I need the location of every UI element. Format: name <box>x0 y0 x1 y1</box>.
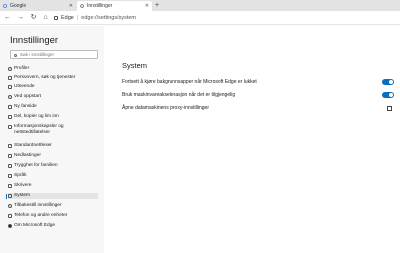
search-icon <box>14 53 17 57</box>
address-separator: | <box>76 15 79 21</box>
tab-settings[interactable]: Innstillinger ✕ <box>77 1 152 11</box>
newtab-icon <box>8 105 12 109</box>
settings-sidebar: Innstillinger Søk i innstillinger Profil… <box>0 26 104 253</box>
sidebar-item-label: Standardnettleser <box>14 143 52 148</box>
sidebar-item-label: Informasjonskapsler og nettstedtillatels… <box>14 124 64 135</box>
tab-google[interactable]: Google ✕ <box>0 1 76 11</box>
toggle-knob <box>389 80 393 84</box>
page-title: System <box>122 61 148 70</box>
phone-icon <box>8 214 12 218</box>
sidebar-item-system[interactable]: System <box>6 193 98 199</box>
sidebar-item-label: Telefon og andre enheter <box>14 213 68 218</box>
sidebar-item-tilbakestill[interactable]: Tilbakestill innstillinger <box>8 203 98 209</box>
tab-label: Innstillinger <box>87 3 113 9</box>
background-apps-toggle[interactable] <box>382 79 394 85</box>
refresh-button[interactable]: ↻ <box>29 13 38 23</box>
sidebar-item-label: Trygghet for familien <box>14 163 58 168</box>
sidebar-item-label: Om Microsoft Edge <box>14 223 56 228</box>
edge-logo-icon <box>8 224 12 228</box>
sidebar-item-label: Profiler <box>14 66 30 71</box>
close-tab-icon[interactable]: ✕ <box>145 1 149 11</box>
sidebar-item-nedlastinger[interactable]: Nedlastinger <box>8 153 98 159</box>
new-tab-button[interactable]: + <box>155 1 159 10</box>
sidebar-item-ved-oppstart[interactable]: Ved oppstart <box>8 94 98 100</box>
sidebar-item-skrivere[interactable]: Skrivere <box>8 183 98 189</box>
setting-label: Åpne datamaskinens proxy-innstillinger <box>122 105 209 111</box>
toolbar: ← → ↻ ⌂ Edge | edge://settings/system <box>0 11 400 25</box>
external-link-icon[interactable] <box>387 105 392 111</box>
sidebar-item-om-edge[interactable]: Om Microsoft Edge <box>8 223 98 229</box>
system-icon <box>8 194 12 198</box>
sidebar-item-label: Utseende <box>14 84 35 89</box>
printer-icon <box>8 184 12 188</box>
tab-label: Google <box>10 3 27 9</box>
sidebar-item-label: Personvern, søk og tjenester <box>14 75 76 80</box>
reset-icon <box>8 204 12 208</box>
gear-icon <box>80 4 84 8</box>
setting-hardware-acceleration: Bruk maskinvareakselerasjon når det er t… <box>122 91 394 99</box>
download-icon <box>8 154 12 158</box>
sidebar-item-del-kopier[interactable]: Del, kopier og lim inn <box>8 114 98 120</box>
sidebar-item-trygghet[interactable]: Trygghet for familien <box>8 163 98 169</box>
address-bar[interactable]: Edge | edge://settings/system <box>54 13 136 23</box>
sidebar-item-personvern[interactable]: Personvern, søk og tjenester <box>8 75 98 81</box>
sidebar-item-label: System <box>14 193 30 198</box>
cookie-icon <box>8 125 12 129</box>
language-icon <box>8 174 12 178</box>
share-icon <box>8 115 12 119</box>
sidebar-item-label: Ved oppstart <box>14 94 41 99</box>
sidebar-item-telefon[interactable]: Telefon og andre enheter <box>8 213 98 219</box>
google-favicon-icon <box>3 4 7 8</box>
tab-strip: Google ✕ Innstillinger ✕ + <box>0 0 400 11</box>
settings-main: System Fortsett å kjøre bakgrunnsapper n… <box>104 26 400 253</box>
sidebar-title: Innstillinger <box>10 35 59 46</box>
search-input[interactable]: Søk i innstillinger <box>10 50 98 59</box>
sidebar-item-label: Ny fanside <box>14 104 37 109</box>
lock-icon <box>8 76 12 80</box>
sidebar-item-profiler[interactable]: Profiler <box>8 66 98 72</box>
sidebar-item-label: Del, kopier og lim inn <box>14 114 59 119</box>
sidebar-item-label: Språk <box>14 173 27 178</box>
close-tab-icon[interactable]: ✕ <box>69 1 73 11</box>
sidebar-item-ny-fanside[interactable]: Ny fanside <box>8 104 98 110</box>
appearance-icon <box>8 85 12 89</box>
back-button[interactable]: ← <box>3 13 12 23</box>
setting-label: Bruk maskinvareakselerasjon når det er t… <box>122 92 236 98</box>
setting-background-apps: Fortsett å kjøre bakgrunnsapper når Micr… <box>122 78 394 86</box>
forward-button[interactable]: → <box>16 13 25 23</box>
sidebar-item-label: Nedlastinger <box>14 153 41 158</box>
sidebar-item-utseende[interactable]: Utseende <box>8 84 98 90</box>
edge-site-icon <box>54 15 58 20</box>
power-icon <box>8 95 12 99</box>
sidebar-item-sprak[interactable]: Språk <box>8 173 98 179</box>
setting-proxy[interactable]: Åpne datamaskinens proxy-innstillinger <box>122 104 394 112</box>
home-button[interactable]: ⌂ <box>41 13 50 23</box>
browser-icon <box>8 144 12 148</box>
url-text: edge://settings/system <box>81 15 137 21</box>
toggle-knob <box>389 93 393 97</box>
sidebar-item-label: Tilbakestill innstillinger <box>14 203 62 208</box>
hardware-acceleration-toggle[interactable] <box>382 92 394 98</box>
search-placeholder: Søk i innstillinger <box>20 52 55 57</box>
sidebar-item-informasjonskapsler[interactable]: Informasjonskapsler og nettstedtillatels… <box>8 124 98 135</box>
sidebar-item-standardnettleser[interactable]: Standardnettleser <box>8 143 98 149</box>
site-label: Edge <box>61 15 74 21</box>
family-icon <box>8 164 12 168</box>
setting-label: Fortsett å kjøre bakgrunnsapper når Micr… <box>122 79 257 85</box>
person-icon <box>8 67 12 71</box>
sidebar-item-label: Skrivere <box>14 183 32 188</box>
